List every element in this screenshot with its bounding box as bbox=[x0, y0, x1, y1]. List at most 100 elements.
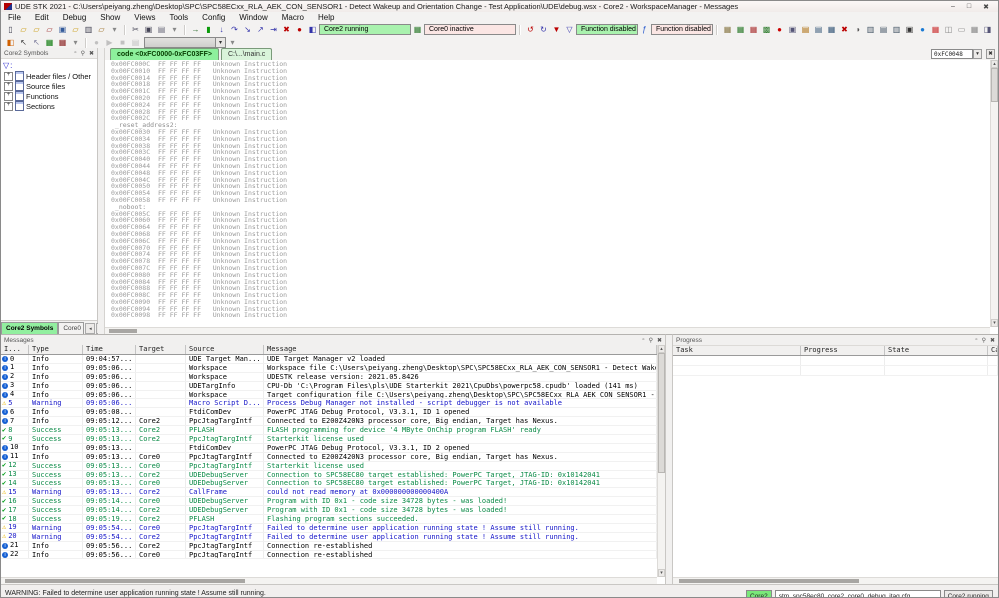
macro-record-icon[interactable]: ● bbox=[90, 37, 103, 49]
scroll-down-icon[interactable]: ▾ bbox=[991, 319, 998, 327]
variables-window-icon[interactable]: ▤ bbox=[877, 24, 890, 36]
message-row[interactable]: i7Info09:05:12...Core2PpcJtagTargIntfCon… bbox=[1, 417, 657, 426]
memory-window-icon[interactable]: ▩ bbox=[760, 24, 773, 36]
macro-play-icon[interactable]: ▶ bbox=[103, 37, 116, 49]
menu-views[interactable]: Views bbox=[127, 13, 162, 22]
toolbar-overflow-icon[interactable]: ▾ bbox=[69, 37, 82, 49]
select-add-icon[interactable]: ↖ bbox=[30, 37, 43, 49]
stop-icon[interactable]: ✖ bbox=[280, 24, 293, 36]
symbols-tab-core0-s[interactable]: Core0 S bbox=[58, 322, 84, 334]
message-row[interactable]: ✔18Success09:05:19...Core2PFLASHFlashing… bbox=[1, 515, 657, 524]
restore-panel-icon[interactable]: ▫ bbox=[975, 337, 977, 343]
save-workspace-icon[interactable]: ▱ bbox=[43, 24, 56, 36]
minimize-button[interactable]: – bbox=[951, 3, 955, 11]
symbols-tab-core2-symbols[interactable]: Core2 Symbols bbox=[1, 322, 58, 334]
function-status-box-2[interactable]: Function disabled bbox=[651, 24, 713, 35]
workspace-manager-icon[interactable]: ◧ bbox=[4, 37, 17, 49]
tree-item-source-files[interactable]: +Source files bbox=[1, 81, 97, 91]
window-grid-icon[interactable]: ▦ bbox=[968, 24, 981, 36]
export-icon[interactable]: ▱ bbox=[95, 24, 108, 36]
message-row[interactable]: ✔12Success09:05:13...Core0PpcJtagTargInt… bbox=[1, 462, 657, 471]
pin-panel-icon[interactable]: ⚲ bbox=[982, 337, 986, 344]
symbols-window-icon[interactable]: ▦ bbox=[734, 24, 747, 36]
restore-panel-icon[interactable]: ▫ bbox=[642, 337, 644, 343]
column-header[interactable]: Task bbox=[673, 346, 801, 355]
core0-status-box[interactable]: Core0 inactive bbox=[424, 24, 516, 35]
menu-tools[interactable]: Tools bbox=[162, 13, 195, 22]
message-row[interactable]: ✔14Success09:05:13...Core0UDEDebugServer… bbox=[1, 479, 657, 488]
disassembly-window-icon[interactable]: ▥ bbox=[864, 24, 877, 36]
macro-edit-icon[interactable]: ▤ bbox=[129, 37, 142, 49]
run-to-cursor-icon[interactable]: ⇥ bbox=[267, 24, 280, 36]
open-workspace-icon[interactable]: ▱ bbox=[30, 24, 43, 36]
message-row[interactable]: ⚠5Warning09:05:06...Macro Script D...Pro… bbox=[1, 399, 657, 408]
clear-icon[interactable]: ✖ bbox=[838, 24, 851, 36]
scroll-up-icon[interactable]: ▴ bbox=[658, 345, 665, 353]
menu-help[interactable]: Help bbox=[311, 13, 341, 22]
new-file-icon[interactable]: ▯ bbox=[4, 24, 17, 36]
column-header[interactable]: State bbox=[885, 346, 988, 355]
message-row[interactable]: ✔17Success09:05:14...Core2UDEDebugServer… bbox=[1, 506, 657, 515]
menu-show[interactable]: Show bbox=[93, 13, 127, 22]
browser-icon[interactable]: ● bbox=[916, 24, 929, 36]
close-panel-icon[interactable]: ✖ bbox=[89, 50, 94, 57]
goto-icon[interactable]: → bbox=[189, 24, 202, 36]
tree-item-sections[interactable]: +Sections bbox=[1, 101, 97, 111]
code-tab[interactable]: C:\...\main.c bbox=[221, 48, 272, 60]
tree-item-functions[interactable]: +Functions bbox=[1, 91, 97, 101]
save-icon[interactable]: ▣ bbox=[56, 24, 69, 36]
menu-config[interactable]: Config bbox=[195, 13, 232, 22]
toolbar-overflow-icon[interactable]: ▾ bbox=[108, 24, 121, 36]
tab-scroll-left-icon[interactable]: ◂ bbox=[85, 323, 95, 334]
filter-funnel-icon[interactable]: ▽ bbox=[3, 61, 9, 70]
reset-run-icon[interactable]: ↻ bbox=[537, 24, 550, 36]
column-header[interactable]: Target bbox=[136, 345, 186, 354]
column-header[interactable]: Message bbox=[264, 345, 657, 354]
open-project-icon[interactable]: ▱ bbox=[69, 24, 82, 36]
combo-dropdown-icon[interactable]: ▾ bbox=[216, 37, 226, 48]
script-console-icon[interactable]: ▤ bbox=[799, 24, 812, 36]
message-row[interactable]: ⚠20Warning09:05:54...Core2PpcJtagTargInt… bbox=[1, 533, 657, 542]
address-input[interactable]: 0xFC0048 bbox=[931, 49, 973, 59]
callstack-window-icon[interactable]: ▥ bbox=[890, 24, 903, 36]
vertical-splitter[interactable] bbox=[98, 48, 105, 334]
window-single-icon[interactable]: ▭ bbox=[955, 24, 968, 36]
code-tab[interactable]: code <0xFC0000-0xFC03FF> bbox=[110, 48, 219, 60]
expand-icon[interactable]: + bbox=[4, 82, 13, 91]
step-out-icon[interactable]: ↗ bbox=[254, 24, 267, 36]
select-icon[interactable]: ↖ bbox=[17, 37, 30, 49]
core2-status-box[interactable]: Core2 running bbox=[319, 24, 411, 35]
close-button[interactable]: ✖ bbox=[983, 3, 989, 11]
scroll-up-icon[interactable]: ▴ bbox=[991, 60, 998, 68]
message-row[interactable]: ⚠15Warning09:05:13...Core2CallFramecould… bbox=[1, 488, 657, 497]
scrollbar-thumb[interactable] bbox=[679, 579, 859, 583]
menu-edit[interactable]: Edit bbox=[28, 13, 56, 22]
paste-icon[interactable]: ▤ bbox=[155, 24, 168, 36]
restore-panel-icon[interactable]: ▫ bbox=[74, 50, 76, 56]
column-header[interactable]: Type bbox=[29, 345, 83, 354]
cpu-window-icon[interactable]: ▦ bbox=[825, 24, 838, 36]
menu-file[interactable]: File bbox=[1, 13, 28, 22]
expand-icon[interactable]: + bbox=[4, 102, 13, 111]
message-row[interactable]: ✔8Success09:05:13...Core2PFLASHFLASH pro… bbox=[1, 426, 657, 435]
message-row[interactable]: i11Info09:05:13...Core0PpcJtagTargIntfCo… bbox=[1, 453, 657, 462]
expand-icon[interactable]: + bbox=[4, 72, 13, 81]
open-file-icon[interactable]: ▱ bbox=[17, 24, 30, 36]
messages-horizontal-scrollbar[interactable] bbox=[1, 577, 657, 584]
message-row[interactable]: ⚠19Warning09:05:54...Core0PpcJtagTargInt… bbox=[1, 524, 657, 533]
address-dropdown-icon[interactable]: ▾ bbox=[973, 49, 982, 59]
scrollbar-thumb[interactable] bbox=[991, 68, 998, 102]
close-panel-icon[interactable]: ✖ bbox=[990, 337, 995, 344]
progress-horizontal-scrollbar[interactable] bbox=[673, 577, 998, 584]
multicore-icon[interactable]: ▦ bbox=[411, 24, 424, 36]
toggle-debug-icon[interactable]: ◧ bbox=[306, 24, 319, 36]
scrollbar-thumb[interactable] bbox=[5, 579, 245, 583]
close-view-icon[interactable]: ✖ bbox=[986, 49, 995, 59]
function-trigger-icon[interactable]: ƒ bbox=[638, 24, 651, 36]
messages-vertical-scrollbar[interactable]: ▴ ▾ bbox=[657, 345, 665, 577]
function-status-box-1[interactable]: Function disabled bbox=[576, 24, 638, 35]
schedule-window-icon[interactable]: ▦ bbox=[747, 24, 760, 36]
tree-item-header-files-other[interactable]: +Header files / Other bbox=[1, 71, 97, 81]
menu-window[interactable]: Window bbox=[232, 13, 274, 22]
disassembly-listing[interactable]: 0x00FC000C FF FF FF FF Unknown Instructi… bbox=[105, 60, 990, 327]
